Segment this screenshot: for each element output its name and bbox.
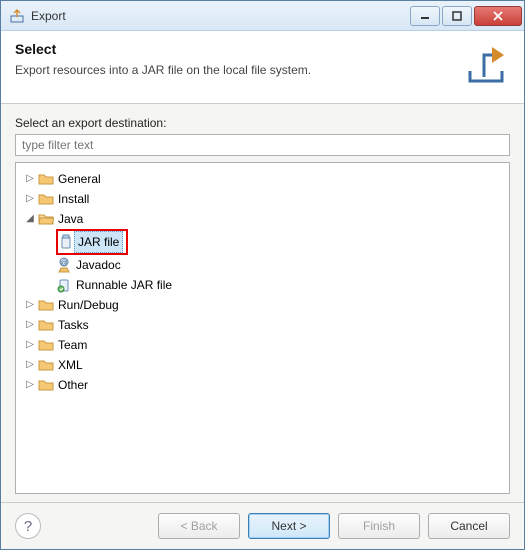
banner-description: Export resources into a JAR file on the …: [15, 63, 454, 77]
tree-node-tasks[interactable]: ▷ Tasks: [24, 315, 505, 335]
finish-button: Finish: [338, 513, 420, 539]
help-button[interactable]: ?: [15, 513, 41, 539]
folder-icon: [38, 317, 54, 333]
expand-icon[interactable]: ▷: [24, 359, 36, 371]
tree-node-install[interactable]: ▷ Install: [24, 189, 505, 209]
tree-node-run-debug[interactable]: ▷ Run/Debug: [24, 295, 505, 315]
content-area: Select an export destination: ▷ General: [1, 104, 524, 502]
expand-icon[interactable]: ▷: [24, 173, 36, 185]
tree-box[interactable]: ▷ General ▷ Inst: [15, 162, 510, 494]
folder-icon: [38, 377, 54, 393]
export-title-icon: [9, 8, 25, 24]
minimize-button[interactable]: [410, 6, 440, 26]
tree-node-other[interactable]: ▷ Other: [24, 375, 505, 395]
javadoc-icon: @: [56, 257, 72, 273]
tree-node-general[interactable]: ▷ General: [24, 169, 505, 189]
folder-open-icon: [38, 211, 54, 227]
jar-file-label: JAR file: [74, 231, 123, 253]
help-icon: ?: [24, 518, 32, 535]
tree-node-java[interactable]: ◢ Java ▷: [24, 209, 505, 295]
destination-label: Select an export destination:: [15, 116, 510, 130]
next-button[interactable]: Next >: [248, 513, 330, 539]
tree-node-javadoc[interactable]: ▷ @ Javadoc: [42, 255, 505, 275]
window-buttons: [408, 6, 522, 26]
expand-icon[interactable]: ▷: [24, 193, 36, 205]
folder-icon: [38, 171, 54, 187]
expand-icon[interactable]: ▷: [24, 379, 36, 391]
svg-text:@: @: [60, 260, 67, 267]
close-button[interactable]: [474, 6, 522, 26]
expand-icon[interactable]: ▷: [24, 319, 36, 331]
export-banner-icon: [462, 41, 510, 89]
banner-title: Select: [15, 41, 454, 57]
maximize-button[interactable]: [442, 6, 472, 26]
collapse-icon[interactable]: ◢: [24, 213, 36, 225]
banner: Select Export resources into a JAR file …: [1, 31, 524, 104]
export-dialog: Export Select Export resources into a JA…: [0, 0, 525, 550]
folder-icon: [38, 357, 54, 373]
tree-node-xml[interactable]: ▷ XML: [24, 355, 505, 375]
titlebar[interactable]: Export: [1, 1, 524, 31]
folder-icon: [38, 297, 54, 313]
back-button: < Back: [158, 513, 240, 539]
filter-input[interactable]: [15, 134, 510, 156]
tree-node-jar-file[interactable]: ▷ JAR file: [42, 229, 505, 255]
wizard-tree: ▷ General ▷ Inst: [20, 169, 505, 395]
expand-icon[interactable]: ▷: [24, 299, 36, 311]
expand-icon[interactable]: ▷: [24, 339, 36, 351]
runnable-jar-icon: [56, 277, 72, 293]
tree-node-runnable-jar[interactable]: ▷ Runnable JAR file: [42, 275, 505, 295]
footer: ? < Back Next > Finish Cancel: [1, 502, 524, 549]
jar-file-icon: [58, 234, 74, 250]
window-title: Export: [31, 9, 408, 23]
folder-icon: [38, 337, 54, 353]
cancel-button[interactable]: Cancel: [428, 513, 510, 539]
folder-icon: [38, 191, 54, 207]
selection-highlight: JAR file: [56, 229, 128, 255]
tree-node-team[interactable]: ▷ Team: [24, 335, 505, 355]
